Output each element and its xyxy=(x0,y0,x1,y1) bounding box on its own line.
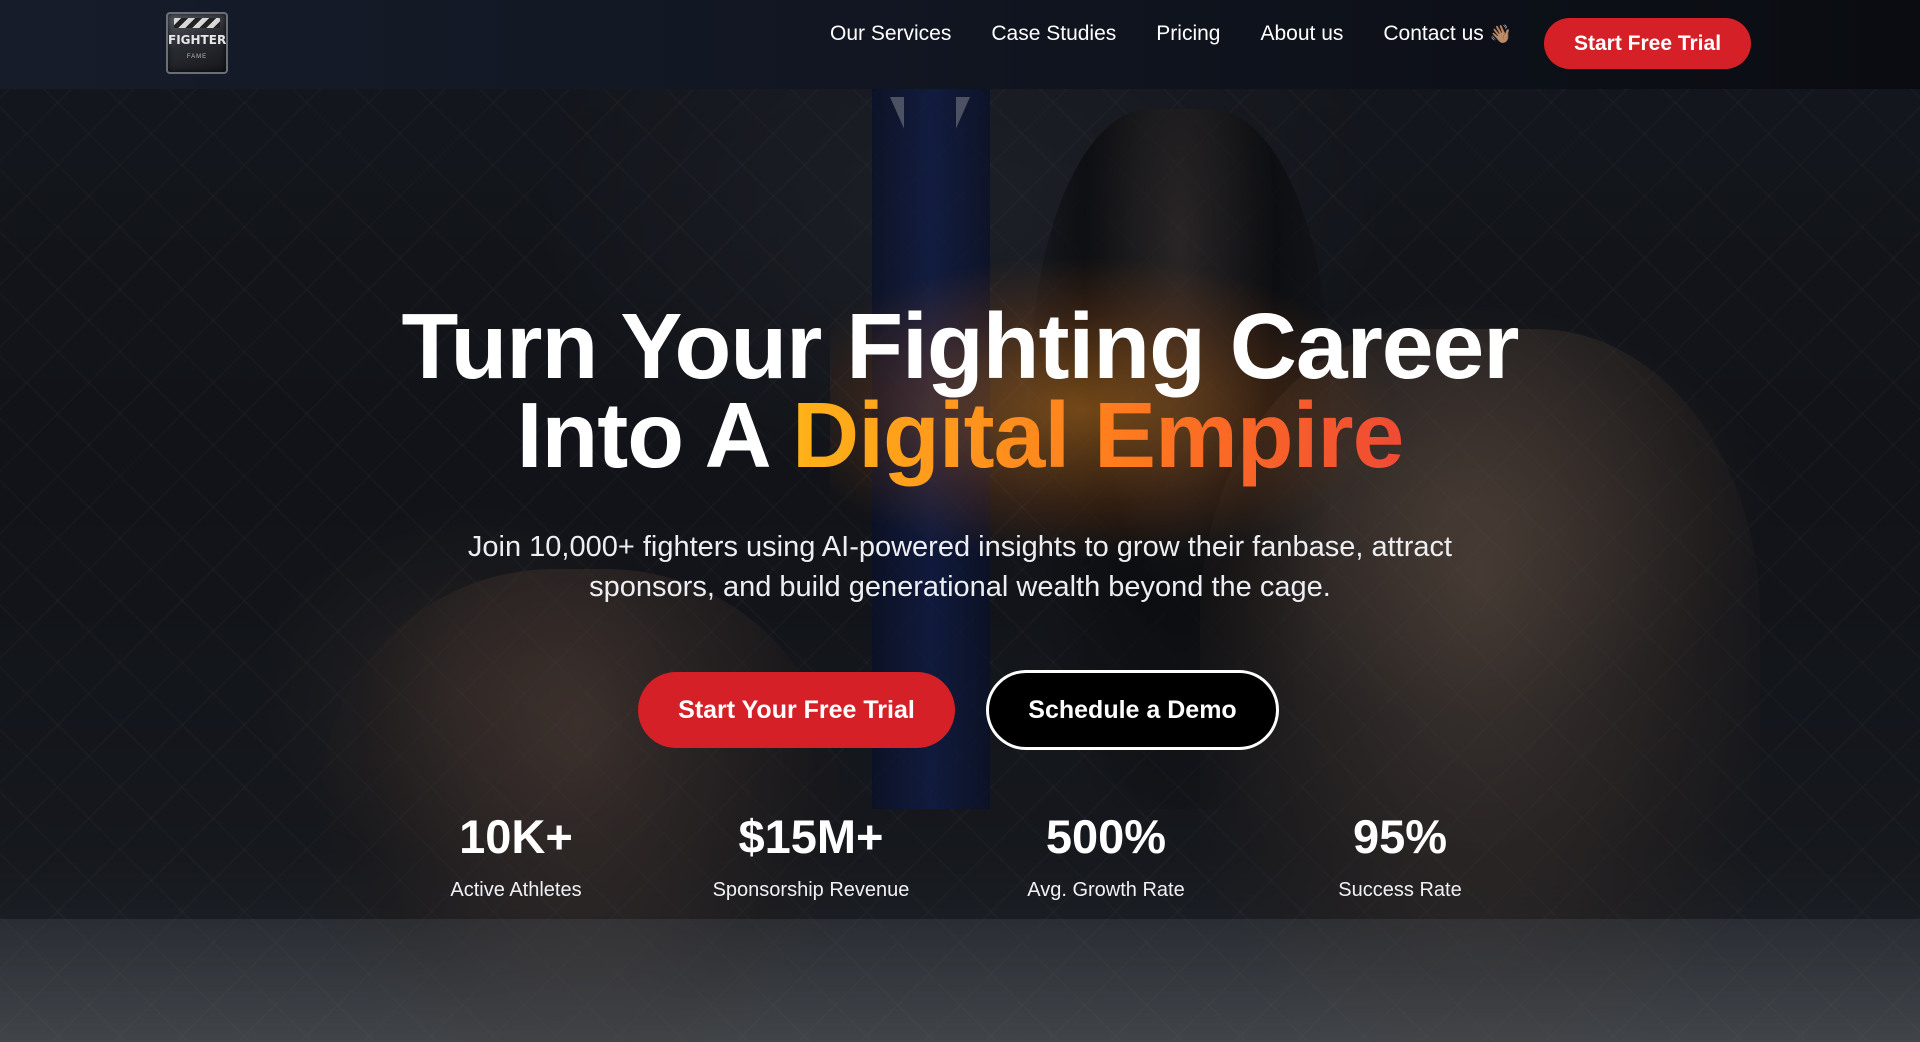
stat-success-rate: 95% Success Rate xyxy=(1260,809,1540,903)
start-free-trial-button[interactable]: Start Free Trial xyxy=(1544,18,1751,69)
clapperboard-icon xyxy=(174,18,220,28)
fighter-fame-logo[interactable]: FIGHTER FAME xyxy=(166,12,228,74)
nav-link-our-services[interactable]: Our Services xyxy=(830,20,951,48)
stats-row: 10K+ Active Athletes $15M+ Sponsorship R… xyxy=(0,809,1920,929)
hero-section: Turn Your Fighting Career Into A Digital… xyxy=(0,89,1920,1042)
headline-accent: Digital Empire xyxy=(792,383,1404,487)
stat-value: $15M+ xyxy=(738,810,884,863)
schedule-demo-button[interactable]: Schedule a Demo xyxy=(986,670,1279,750)
stat-value: 500% xyxy=(1045,810,1167,863)
waving-hand-icon: 👋🏽 xyxy=(1489,24,1513,44)
nav-link-pricing[interactable]: Pricing xyxy=(1156,20,1220,48)
headline-line-2-prefix: Into A xyxy=(516,383,793,487)
hero-headline: Turn Your Fighting Career Into A Digital… xyxy=(0,294,1920,482)
nav-link-about-us[interactable]: About us xyxy=(1260,20,1343,48)
top-navbar: FIGHTER FAME Our Services Case Studies P… xyxy=(0,0,1920,89)
nav-link-contact-label: Contact us xyxy=(1383,22,1484,45)
stat-value: 10K+ xyxy=(459,810,573,863)
stat-label: Avg. Growth Rate xyxy=(1027,879,1185,901)
stat-label: Success Rate xyxy=(1338,879,1462,901)
nav-link-case-studies[interactable]: Case Studies xyxy=(991,20,1116,48)
stat-sponsorship-revenue: $15M+ Sponsorship Revenue xyxy=(671,809,951,903)
stat-label: Sponsorship Revenue xyxy=(712,879,910,901)
stat-label: Active Athletes xyxy=(450,879,582,901)
logo-subtext: FAME xyxy=(186,54,208,60)
headline-line-2: Into A Digital Empire xyxy=(0,389,1920,482)
nav-link-contact-us[interactable]: Contact us 👋🏽 xyxy=(1383,20,1512,48)
hero-subheadline: Join 10,000+ fighters using AI-powered i… xyxy=(467,531,1453,603)
headline-line-1: Turn Your Fighting Career xyxy=(401,294,1520,398)
start-your-free-trial-button[interactable]: Start Your Free Trial xyxy=(638,672,955,748)
nav-links: Our Services Case Studies Pricing About … xyxy=(830,20,1552,48)
stat-value: 95% xyxy=(1352,810,1448,863)
logo-text: FIGHTER xyxy=(168,33,227,47)
stat-avg-growth-rate: 500% Avg. Growth Rate xyxy=(966,809,1246,903)
stat-active-athletes: 10K+ Active Athletes xyxy=(376,809,656,903)
